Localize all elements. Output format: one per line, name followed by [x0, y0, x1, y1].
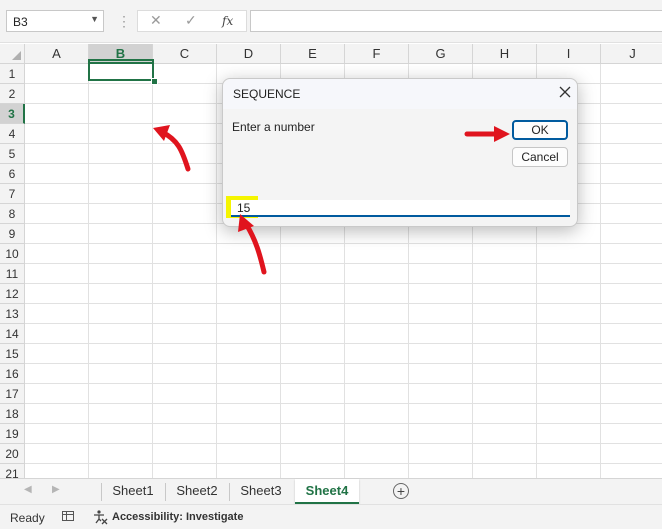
- formula-bar: B3 ▼ ⋮ ✕ ✓ fx: [0, 0, 662, 43]
- row-header-9[interactable]: 9: [0, 224, 25, 244]
- formula-buttons: ✕ ✓ fx: [137, 10, 247, 32]
- name-box[interactable]: B3 ▼: [6, 10, 104, 32]
- chevron-down-icon[interactable]: ▼: [90, 14, 99, 24]
- tab-scroll-right-icon[interactable]: ▶: [52, 484, 60, 495]
- status-bar: Ready Accessibility: Investigate: [0, 504, 662, 529]
- drag-handle-icon[interactable]: ⋮: [117, 12, 131, 30]
- row-header-14[interactable]: 14: [0, 324, 25, 344]
- cancel-x-icon[interactable]: ✕: [150, 12, 162, 29]
- active-cell-b3[interactable]: [88, 59, 154, 81]
- row-header-4[interactable]: 4: [0, 124, 25, 144]
- row-header-13[interactable]: 13: [0, 304, 25, 324]
- row-header-15[interactable]: 15: [0, 344, 25, 364]
- column-header-e[interactable]: E: [281, 44, 345, 64]
- row-header-10[interactable]: 10: [0, 244, 25, 264]
- number-input[interactable]: 15: [231, 200, 570, 217]
- tab-sheet3[interactable]: Sheet3: [230, 479, 292, 504]
- cell-mode-icon[interactable]: [62, 510, 74, 522]
- column-header-j[interactable]: J: [601, 44, 662, 64]
- fill-handle[interactable]: [151, 78, 158, 85]
- column-header-h[interactable]: H: [473, 44, 537, 64]
- row-header-19[interactable]: 19: [0, 424, 25, 444]
- dialog-titlebar[interactable]: SEQUENCE: [223, 79, 577, 109]
- close-icon[interactable]: [557, 84, 573, 100]
- row-header-6[interactable]: 6: [0, 164, 25, 184]
- accessibility-icon[interactable]: [92, 509, 108, 525]
- column-header-i[interactable]: I: [537, 44, 601, 64]
- cancel-button[interactable]: Cancel: [512, 147, 568, 167]
- row-header-7[interactable]: 7: [0, 184, 25, 204]
- formula-input[interactable]: [250, 10, 662, 32]
- tab-sheet1[interactable]: Sheet1: [102, 479, 164, 504]
- row-header-5[interactable]: 5: [0, 144, 25, 164]
- row-header-17[interactable]: 17: [0, 384, 25, 404]
- row-header-3[interactable]: 3: [0, 104, 25, 124]
- row-header-21[interactable]: 21: [0, 464, 25, 478]
- row-header-16[interactable]: 16: [0, 364, 25, 384]
- select-all-button[interactable]: [0, 44, 25, 64]
- name-box-value: B3: [13, 15, 28, 29]
- row-header-11[interactable]: 11: [0, 264, 25, 284]
- column-header-c[interactable]: C: [153, 44, 217, 64]
- column-header-a[interactable]: A: [25, 44, 89, 64]
- enter-check-icon[interactable]: ✓: [185, 12, 197, 29]
- sheet-tab-bar: ◀ ▶ Sheet1 Sheet2 Sheet3 Sheet4 +: [0, 478, 662, 505]
- column-header-f[interactable]: F: [345, 44, 409, 64]
- row-header-18[interactable]: 18: [0, 404, 25, 424]
- dialog-title: SEQUENCE: [233, 87, 301, 101]
- tab-sheet4[interactable]: Sheet4: [295, 479, 359, 504]
- row-header-2[interactable]: 2: [0, 84, 25, 104]
- tab-sheet2[interactable]: Sheet2: [166, 479, 228, 504]
- add-sheet-icon[interactable]: +: [393, 483, 409, 499]
- column-header-d[interactable]: D: [217, 44, 281, 64]
- status-ready: Ready: [10, 511, 45, 525]
- ok-button[interactable]: OK: [512, 120, 568, 140]
- number-input-value: 15: [237, 201, 251, 215]
- row-header-1[interactable]: 1: [0, 64, 25, 84]
- column-header-g[interactable]: G: [409, 44, 473, 64]
- row-header-8[interactable]: 8: [0, 204, 25, 224]
- insert-function-button[interactable]: fx: [222, 14, 233, 28]
- accessibility-status[interactable]: Accessibility: Investigate: [112, 511, 243, 523]
- row-header-20[interactable]: 20: [0, 444, 25, 464]
- tab-scroll-left-icon[interactable]: ◀: [24, 484, 32, 495]
- row-header-12[interactable]: 12: [0, 284, 25, 304]
- dialog-prompt: Enter a number: [232, 120, 315, 134]
